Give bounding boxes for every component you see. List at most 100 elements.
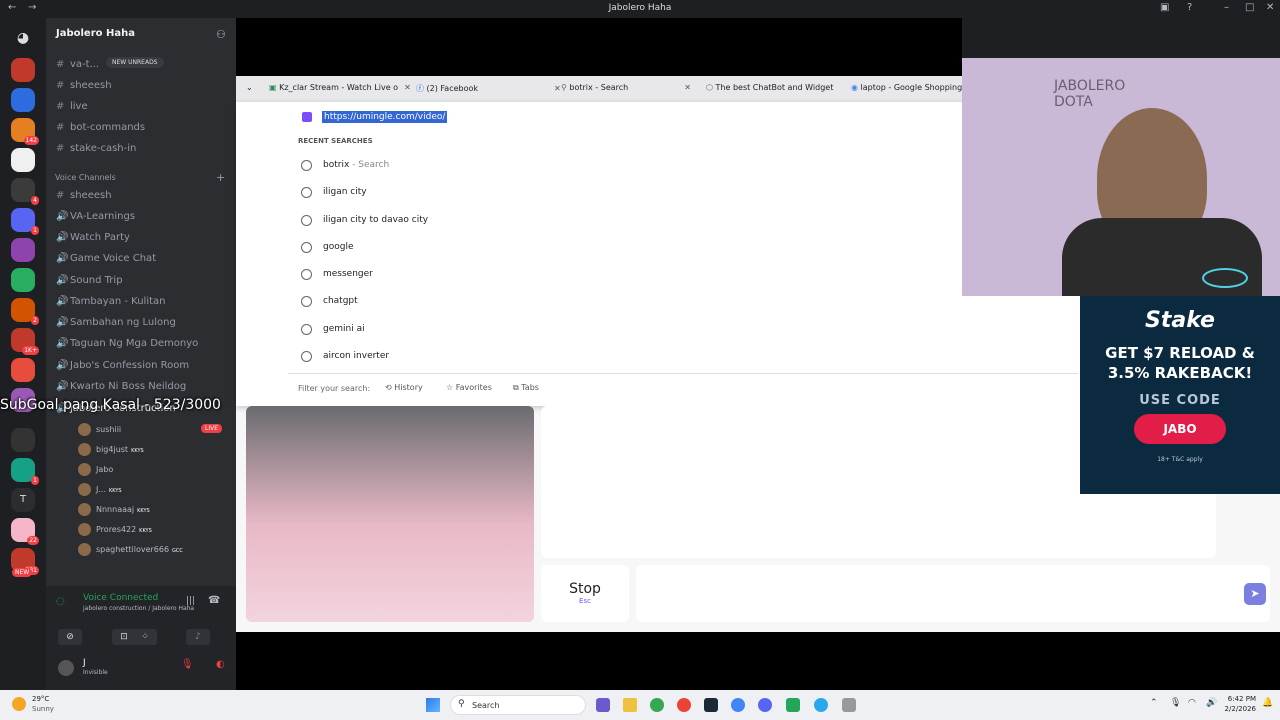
clock-time[interactable]: 6:42 PM xyxy=(1226,695,1256,703)
weather-icon[interactable] xyxy=(12,697,26,711)
suggestion-item[interactable]: google xyxy=(323,242,353,252)
volume-icon[interactable]: 🔊 xyxy=(1206,698,1217,708)
noise-icon[interactable]: ||| xyxy=(186,596,195,606)
invite-icon[interactable]: ⚇ xyxy=(216,28,226,41)
server-icon[interactable]: 22 xyxy=(11,518,39,545)
voice-channel-item[interactable]: 🔊 Tambayan - Kulitan xyxy=(56,296,166,307)
voice-user[interactable]: Nnnnaaaj KKYS xyxy=(78,503,150,516)
suggestion-item[interactable]: botrix - Search xyxy=(323,160,389,170)
stop-button[interactable]: Stop Esc xyxy=(541,565,629,622)
tray-chevron-icon[interactable]: ⌃ xyxy=(1150,698,1158,708)
voice-channel-item[interactable]: 🔊 Taguan Ng Mga Demonyo xyxy=(56,338,198,349)
channel-item[interactable]: # bot-commands xyxy=(56,122,145,133)
server-icon[interactable] xyxy=(11,428,35,452)
chrome-icon[interactable] xyxy=(650,698,664,712)
activities-icon[interactable]: ⁘ xyxy=(133,629,157,645)
soundboard-icon[interactable]: ♪ xyxy=(186,629,210,645)
filter-history[interactable]: ⟲ History xyxy=(385,383,423,392)
clock-date[interactable]: 2/2/2026 xyxy=(1222,705,1256,713)
url-input[interactable]: https://umingle.com/video/ xyxy=(322,111,448,123)
app-icon[interactable] xyxy=(786,698,800,712)
server-icon[interactable] xyxy=(11,268,35,292)
voice-channel-item[interactable]: 🔊 VA-Learnings xyxy=(56,211,135,222)
channel-item[interactable]: # live xyxy=(56,101,88,112)
voice-channel-item[interactable]: 🔊 Jabo's Confession Room xyxy=(56,360,189,371)
chrome-icon[interactable] xyxy=(731,698,745,712)
server-icon[interactable]: 142 xyxy=(11,118,39,145)
server-icon[interactable] xyxy=(11,238,35,262)
close-icon[interactable]: ✕ xyxy=(1266,2,1274,13)
wifi-icon[interactable]: ◠ xyxy=(1188,698,1196,708)
message-input[interactable] xyxy=(636,565,1270,622)
suggestion-item[interactable]: gemini ai xyxy=(323,324,365,334)
disconnect-icon[interactable]: ☎ xyxy=(208,595,220,606)
voice-user[interactable]: Jabo xyxy=(78,463,113,476)
server-icon[interactable]: 1 xyxy=(11,458,39,485)
server-icon[interactable] xyxy=(11,358,35,382)
inbox-icon[interactable]: ▣ xyxy=(1160,2,1169,13)
help-icon[interactable]: ? xyxy=(1187,2,1192,13)
deafen-icon[interactable]: ◐ xyxy=(216,659,225,670)
voice-user[interactable]: J... KKYS xyxy=(78,483,122,496)
suggestion-item[interactable]: messenger xyxy=(323,269,373,279)
add-channel-icon[interactable]: + xyxy=(216,171,225,184)
channel-item[interactable]: # va-t... xyxy=(56,59,99,70)
file-explorer-icon[interactable] xyxy=(623,698,637,712)
avatar[interactable] xyxy=(58,660,74,676)
browser-tab[interactable]: ▣ Kz_clar Stream - Watch Live o ✕ xyxy=(269,83,411,92)
voice-status[interactable]: Voice Connected xyxy=(83,593,158,603)
voice-channel-item[interactable]: 🔊 Sambahan ng Lulong xyxy=(56,317,176,328)
notification-icon[interactable]: 🔔 xyxy=(1262,698,1273,708)
steam-icon[interactable] xyxy=(704,698,718,712)
server-icon[interactable] xyxy=(11,148,35,172)
server-icon[interactable]: T xyxy=(11,488,35,512)
filter-tabs[interactable]: ⧉ Tabs xyxy=(513,383,539,393)
suggestion-item[interactable]: iligan city xyxy=(323,187,367,197)
suggestion-item[interactable]: iligan city to davao city xyxy=(323,215,428,225)
send-icon[interactable]: ➤ xyxy=(1244,583,1266,605)
server-icon[interactable]: 1K+ xyxy=(11,328,39,355)
browser-tab[interactable]: ◉ laptop - Google Shopping xyxy=(851,83,962,92)
browser-tab[interactable]: ⓕ (2) Facebook ✕ xyxy=(416,83,561,94)
voice-channel-item[interactable]: 🔊 Sound Trip xyxy=(56,275,123,286)
server-icon[interactable]: 4 xyxy=(11,178,39,205)
minimize-icon[interactable]: – xyxy=(1224,2,1229,13)
channel-item[interactable]: # stake-cash-in xyxy=(56,143,136,154)
channel-item[interactable]: # sheeesh xyxy=(56,190,112,201)
browser-tab[interactable]: ⬡ The best ChatBot and Widget xyxy=(706,83,836,92)
voice-category[interactable]: Voice Channels xyxy=(55,173,116,182)
voice-channel-item[interactable]: 🔊 Watch Party xyxy=(56,232,130,243)
chrome-icon[interactable] xyxy=(677,698,691,712)
voice-user[interactable]: big4just KKYS xyxy=(78,443,144,456)
ad-code-button[interactable]: JABO xyxy=(1134,414,1226,444)
voice-user[interactable]: spaghettilover666 GCC xyxy=(78,543,183,556)
tab-list-icon[interactable]: ⌄ xyxy=(246,83,253,92)
server-name[interactable]: Jabolero Haha xyxy=(56,28,135,39)
start-icon[interactable] xyxy=(426,698,440,712)
server-icon[interactable] xyxy=(11,88,35,112)
voice-channel-item[interactable]: 🔊 Game Voice Chat xyxy=(56,253,156,264)
server-icon[interactable]: 1 xyxy=(11,208,39,235)
discord-icon[interactable] xyxy=(758,698,772,712)
browser-tab[interactable]: ⚲ botrix - Search ✕ xyxy=(561,83,691,92)
voice-user[interactable]: sushiii xyxy=(78,423,121,436)
camera-off-icon[interactable]: ⊘ xyxy=(58,629,82,645)
copilot-icon[interactable] xyxy=(596,698,610,712)
server-icon[interactable]: 2 xyxy=(11,298,39,325)
stake-ad[interactable]: Stake GET $7 RELOAD & 3.5% RAKEBACK! USE… xyxy=(1080,296,1280,494)
app-icon[interactable] xyxy=(842,698,856,712)
maximize-icon[interactable]: □ xyxy=(1245,2,1254,13)
server-icon[interactable] xyxy=(11,58,35,82)
taskbar-search[interactable]: ⚲ Search xyxy=(450,695,586,715)
suggestion-item[interactable]: chatgpt xyxy=(323,296,358,306)
telegram-icon[interactable] xyxy=(814,698,828,712)
voice-channel-item[interactable]: 🔊 Kwarto Ni Boss Neildog xyxy=(56,381,186,392)
mic-icon[interactable]: 🎙 xyxy=(1170,698,1181,708)
filter-favorites[interactable]: ☆ Favorites xyxy=(446,383,492,392)
channel-item[interactable]: # sheeesh xyxy=(56,80,112,91)
mute-icon[interactable]: 🎙 xyxy=(181,659,194,670)
suggestion-item[interactable]: aircon inverter xyxy=(323,351,389,361)
voice-user[interactable]: Prores422 KKYS xyxy=(78,523,152,536)
discord-home-icon[interactable]: ◕ xyxy=(11,26,35,50)
new-unreads-pill[interactable]: NEW UNREADS xyxy=(106,57,164,68)
